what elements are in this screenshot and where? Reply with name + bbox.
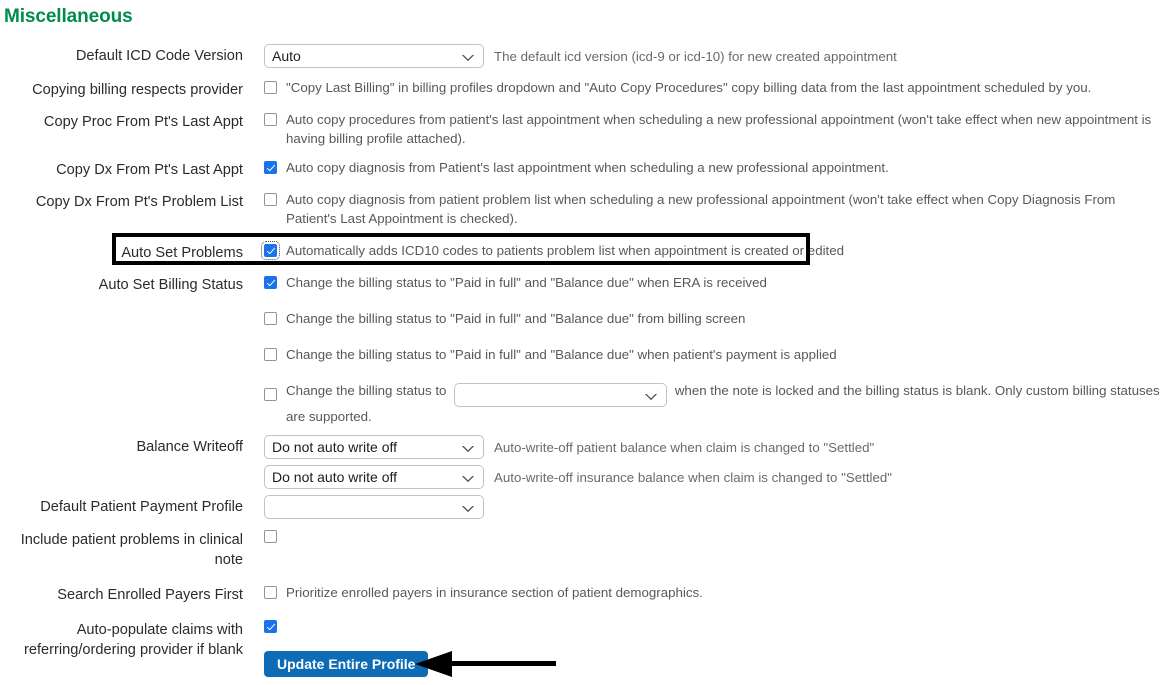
text-copying-billing-respects-provider: "Copy Last Billing" in billing profiles … bbox=[286, 80, 1092, 95]
select-default-icd-code-version[interactable]: Auto bbox=[264, 44, 484, 68]
hint-default-icd-code-version: The default icd version (icd-9 or icd-10… bbox=[494, 48, 897, 64]
row-auto-set-problems: Auto Set Problems Automatically adds ICD… bbox=[0, 241, 1164, 263]
text-auto-set-problems: Automatically adds ICD10 codes to patien… bbox=[286, 243, 845, 258]
row-copying-billing-respects-provider: Copying billing respects provider "Copy … bbox=[0, 78, 1164, 100]
label-copy-dx-from-last-appt: Copy Dx From Pt's Last Appt bbox=[56, 162, 243, 178]
checkbox-copy-dx-from-problem-list[interactable] bbox=[264, 193, 277, 206]
text-copy-dx-from-problem-list: Auto copy diagnosis from patient problem… bbox=[286, 192, 1116, 226]
row-balance-writeoff: Balance Writeoff Do not auto write off A… bbox=[0, 435, 1164, 489]
checkbox-search-enrolled-payers-first[interactable] bbox=[264, 586, 277, 599]
checkbox-copy-dx-from-last-appt[interactable] bbox=[264, 161, 277, 174]
select-default-patient-payment-profile[interactable] bbox=[264, 495, 484, 519]
label-auto-set-billing-status: Auto Set Billing Status bbox=[98, 277, 243, 293]
label-balance-writeoff: Balance Writeoff bbox=[136, 439, 243, 455]
row-include-patient-problems: Include patient problems in clinical not… bbox=[0, 527, 1164, 570]
settings-form: Default ICD Code Version Auto The defaul… bbox=[0, 44, 1164, 660]
hint-balance-writeoff-insurance: Auto-write-off insurance balance when cl… bbox=[494, 469, 892, 485]
text-billing-status-custom-before: Change the billing status to bbox=[286, 383, 447, 398]
label-copy-proc-from-last-appt: Copy Proc From Pt's Last Appt bbox=[43, 114, 243, 130]
miscellaneous-settings-page: Miscellaneous Default ICD Code Version A… bbox=[0, 0, 1164, 685]
label-default-icd-code-version: Default ICD Code Version bbox=[75, 48, 243, 64]
select-custom-billing-status[interactable] bbox=[454, 383, 668, 407]
row-search-enrolled-payers-first: Search Enrolled Payers First Prioritize … bbox=[0, 583, 1164, 605]
checkbox-billing-status-patient-payment[interactable] bbox=[264, 348, 277, 361]
text-billing-status-era: Change the billing status to "Paid in fu… bbox=[286, 275, 767, 290]
label-default-patient-payment-profile: Default Patient Payment Profile bbox=[40, 499, 243, 515]
checkbox-billing-status-custom[interactable] bbox=[264, 388, 277, 401]
label-auto-set-problems: Auto Set Problems bbox=[121, 245, 243, 261]
label-auto-populate-claims: Auto-populate claims with referring/orde… bbox=[23, 622, 243, 658]
checkbox-billing-status-era[interactable] bbox=[264, 276, 277, 289]
select-balance-writeoff-insurance[interactable]: Do not auto write off bbox=[264, 465, 484, 489]
row-copy-proc-from-last-appt: Copy Proc From Pt's Last Appt Auto copy … bbox=[0, 110, 1164, 148]
text-search-enrolled-payers-first: Prioritize enrolled payers in insurance … bbox=[286, 585, 703, 600]
row-copy-dx-from-problem-list: Copy Dx From Pt's Problem List Auto copy… bbox=[0, 190, 1164, 228]
checkbox-include-patient-problems[interactable] bbox=[264, 530, 277, 543]
update-entire-profile-button[interactable]: Update Entire Profile bbox=[264, 651, 429, 677]
checkbox-copy-proc-from-last-appt[interactable] bbox=[264, 113, 277, 126]
page-title: Miscellaneous bbox=[4, 6, 133, 27]
row-default-patient-payment-profile: Default Patient Payment Profile bbox=[0, 495, 1164, 519]
hint-balance-writeoff-patient: Auto-write-off patient balance when clai… bbox=[494, 439, 875, 455]
checkbox-auto-set-problems[interactable] bbox=[261, 241, 280, 260]
row-copy-dx-from-last-appt: Copy Dx From Pt's Last Appt Auto copy di… bbox=[0, 158, 1164, 180]
checkbox-copying-billing-respects-provider[interactable] bbox=[264, 81, 277, 94]
checkbox-auto-populate-claims[interactable] bbox=[264, 620, 277, 633]
label-copying-billing-respects-provider: Copying billing respects provider bbox=[32, 82, 243, 98]
text-copy-proc-from-last-appt: Auto copy procedures from patient's last… bbox=[286, 112, 1152, 146]
text-billing-status-billing-screen: Change the billing status to "Paid in fu… bbox=[286, 311, 746, 326]
row-default-icd-code-version: Default ICD Code Version Auto The defaul… bbox=[0, 44, 1164, 68]
label-search-enrolled-payers-first: Search Enrolled Payers First bbox=[57, 587, 243, 603]
text-copy-dx-from-last-appt: Auto copy diagnosis from Patient's last … bbox=[286, 160, 889, 175]
row-auto-set-billing-status: Auto Set Billing Status Change the billi… bbox=[0, 273, 1164, 426]
label-include-patient-problems: Include patient problems in clinical not… bbox=[20, 532, 243, 568]
label-copy-dx-from-problem-list: Copy Dx From Pt's Problem List bbox=[35, 194, 243, 210]
select-balance-writeoff-patient[interactable]: Do not auto write off bbox=[264, 435, 484, 459]
row-auto-populate-claims: Auto-populate claims with referring/orde… bbox=[0, 617, 1164, 660]
text-billing-status-patient-payment: Change the billing status to "Paid in fu… bbox=[286, 347, 837, 362]
checkbox-billing-status-billing-screen[interactable] bbox=[264, 312, 277, 325]
